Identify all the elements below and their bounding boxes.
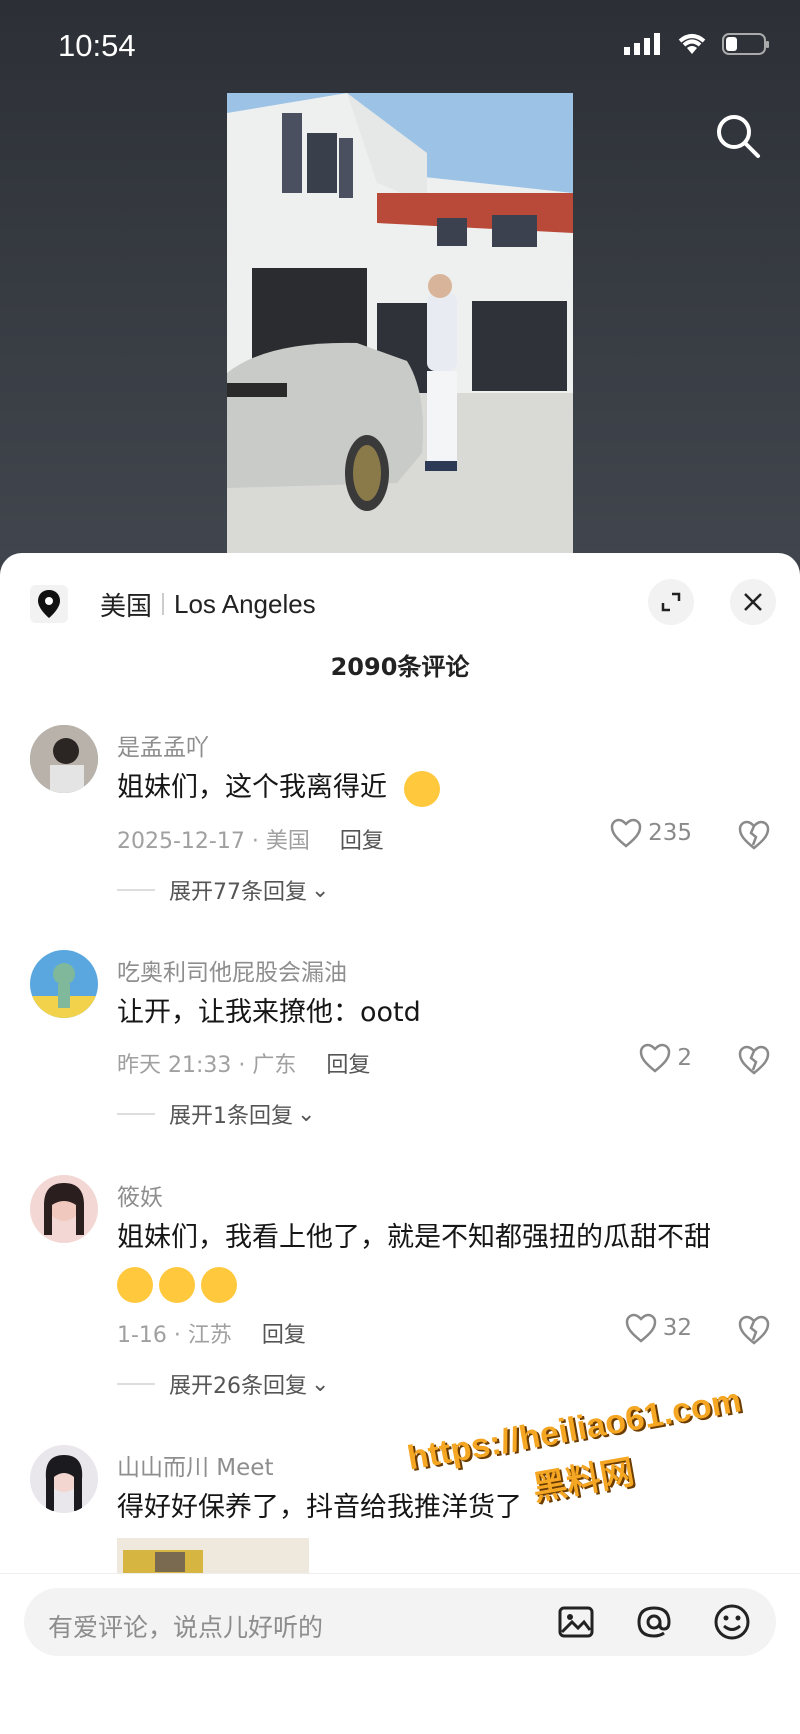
laughing-emoji-icon [403, 770, 440, 807]
avatar[interactable] [30, 1445, 98, 1513]
comment-date: 1-16 · 江苏 [117, 1323, 232, 1348]
grin-emoji-icon [201, 1266, 237, 1303]
location-country: 美国 [100, 591, 153, 622]
comment-input[interactable]: 有爱评论，说点儿好听的 [24, 1588, 776, 1656]
divider-line [117, 1113, 155, 1115]
search-icon[interactable] [714, 112, 762, 160]
reply-button[interactable]: 回复 [326, 1053, 370, 1078]
close-button[interactable] [730, 579, 776, 625]
comment-username[interactable]: 山山而川 Meet [117, 1448, 273, 1482]
status-icons [624, 32, 770, 56]
comment-date: 2025-12-17 · 美国 [117, 829, 310, 854]
dislike-icon[interactable] [738, 820, 770, 850]
status-time: 10:54 [58, 28, 136, 63]
reply-button[interactable]: 回复 [262, 1323, 306, 1348]
heart-icon [625, 1313, 656, 1343]
expand-replies-label: 展开1条回复 [169, 1104, 293, 1129]
comment-username[interactable]: 是孟孟吖 [117, 728, 209, 762]
close-icon [744, 593, 762, 611]
comment-image[interactable] [117, 1538, 309, 1578]
comment-text-body: 姐妹们，我看上他了，就是不知都强扭的瓜甜不甜 [117, 1222, 711, 1253]
like-count: 32 [662, 1315, 692, 1341]
expand-replies[interactable]: 展开26条回复 ⌄ [117, 1368, 329, 1400]
comment-text: 姐妹们，我看上他了，就是不知都强扭的瓜甜不甜 [117, 1215, 757, 1307]
avatar[interactable] [30, 725, 98, 793]
emoji-icon[interactable] [712, 1602, 752, 1642]
emoji-row [117, 1261, 757, 1307]
chevron-down-icon: ⌄ [297, 1101, 316, 1127]
location-city: Los Angeles [174, 588, 316, 619]
video-area: 10:54 [0, 0, 800, 560]
mention-icon[interactable] [634, 1602, 674, 1642]
comment-input-placeholder: 有爱评论，说点儿好听的 [48, 1613, 324, 1642]
heart-icon [640, 1043, 671, 1073]
divider-line [117, 1383, 155, 1385]
avatar[interactable] [30, 1175, 98, 1243]
location-divider [162, 593, 165, 615]
heart-icon [610, 818, 642, 848]
dislike-icon[interactable] [738, 1045, 770, 1075]
signal-icon [624, 33, 660, 55]
comment-input-bar: 有爱评论，说点儿好听的 [0, 1573, 800, 1734]
location-pin-icon [30, 585, 68, 623]
like-count: 2 [677, 1045, 692, 1071]
grin-emoji-icon [117, 1266, 153, 1303]
comment-username[interactable]: 吃奥利司他屁股会漏油 [117, 953, 347, 987]
avatar[interactable] [30, 950, 98, 1018]
wifi-icon [678, 34, 706, 54]
like-button[interactable]: 32 [625, 1313, 692, 1343]
chevron-down-icon: ⌄ [311, 1371, 330, 1397]
comment-text: 姐妹们，这个我离得近 [117, 765, 757, 811]
image-icon[interactable] [556, 1602, 596, 1642]
expand-replies-label: 展开26条回复 [169, 1374, 307, 1399]
comment-username[interactable]: 筱妖 [117, 1178, 163, 1212]
expand-button[interactable] [648, 579, 694, 625]
expand-icon [661, 592, 681, 612]
like-button[interactable]: 235 [610, 818, 692, 848]
comment-meta: 2025-12-17 · 美国 回复 [117, 823, 384, 855]
expand-replies[interactable]: 展开1条回复 ⌄ [117, 1098, 315, 1130]
reply-button[interactable]: 回复 [340, 829, 384, 854]
comment-meta: 1-16 · 江苏 回复 [117, 1317, 306, 1349]
divider-line [117, 889, 155, 891]
expand-replies-label: 展开77条回复 [169, 880, 307, 905]
battery-icon [722, 33, 769, 55]
chevron-down-icon: ⌄ [311, 877, 330, 903]
comment-text-body: 姐妹们，这个我离得近 [117, 772, 387, 803]
comment-text: 让开，让我来撩他：ootd [117, 997, 421, 1028]
expand-replies[interactable]: 展开77条回复 ⌄ [117, 874, 329, 906]
comment-meta: 昨天 21:33 · 广东 回复 [117, 1047, 370, 1079]
like-count: 235 [648, 820, 692, 846]
comment-date: 昨天 21:33 · 广东 [117, 1053, 297, 1078]
like-button[interactable]: 2 [639, 1043, 692, 1073]
grin-emoji-icon [159, 1266, 195, 1303]
scene-illustration [227, 93, 573, 555]
dislike-icon[interactable] [738, 1315, 770, 1345]
comment-count: 2090条评论 [330, 653, 470, 681]
video-thumbnail[interactable] [227, 93, 573, 555]
